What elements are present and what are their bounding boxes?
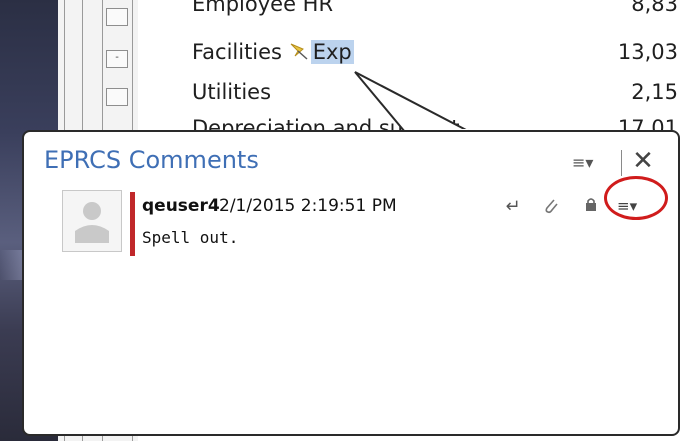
user-icon [75, 202, 109, 243]
panel-menu-button[interactable]: ≡▾ [572, 152, 612, 174]
divider [621, 150, 622, 176]
comments-panel: EPRCS Comments ≡▾ ✕ qeuser4 2/1/2015 2:1… [22, 130, 680, 436]
annotation-circle [604, 176, 668, 220]
comment-body: Spell out. [142, 228, 239, 247]
lock-icon[interactable] [580, 196, 602, 218]
close-icon[interactable]: ✕ [628, 146, 658, 176]
avatar [62, 190, 122, 252]
comment-author: qeuser4 [142, 196, 220, 216]
comment-accent-bar [130, 192, 135, 256]
comment-timestamp: 2/1/2015 2:19:51 PM [219, 196, 397, 216]
panel-title: EPRCS Comments [44, 146, 259, 174]
attachment-icon[interactable] [540, 196, 562, 218]
reply-icon[interactable]: ↵ [502, 196, 524, 218]
